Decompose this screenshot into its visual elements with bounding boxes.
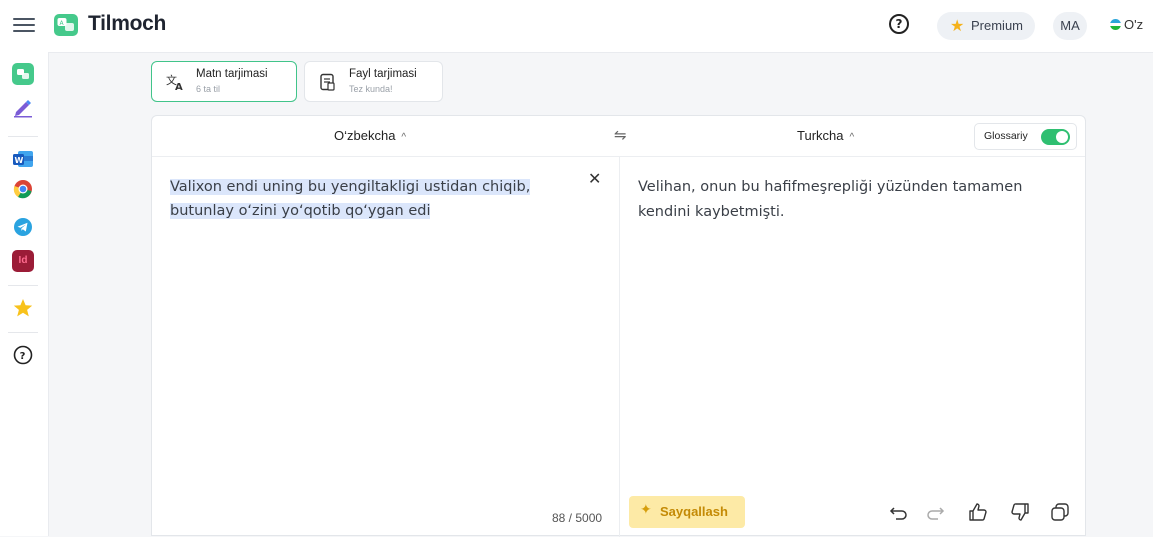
translate-icon: 文 A (166, 73, 186, 95)
close-icon[interactable]: ✕ (588, 169, 601, 188)
app-title[interactable]: Tilmoch (88, 12, 166, 36)
svg-text:?: ? (20, 351, 26, 362)
top-bar: A Tilmoch ? ★ Premium MA O'z (0, 0, 1153, 53)
flag-icon (1110, 19, 1121, 30)
copy-icon[interactable] (1049, 501, 1071, 523)
translate-logo-icon[interactable] (12, 63, 34, 85)
sidebar-divider (8, 136, 38, 137)
ui-language-label: O'z (1124, 17, 1144, 32)
translated-text[interactable]: Velihan, onun bu hafifmeşrepliği yüzünde… (638, 175, 1058, 225)
tab-subtitle: 6 ta til (196, 84, 221, 94)
file-icon (319, 73, 337, 95)
glossary-toggle[interactable] (1041, 129, 1070, 145)
chevron-up-icon: ^ (849, 132, 855, 143)
thumbs-down-icon[interactable] (1009, 501, 1031, 523)
source-language-selector[interactable]: O‘zbekcha ^ (334, 128, 406, 143)
indesign-icon[interactable]: Id (12, 250, 34, 272)
glossary-control: Glossariy (974, 123, 1077, 150)
target-language-selector[interactable]: Turkcha ^ (797, 128, 854, 143)
swap-languages-icon[interactable]: ⇋ (614, 126, 627, 144)
help-icon[interactable]: ? (889, 14, 909, 34)
tab-subtitle: Tez kunda! (349, 84, 393, 94)
glossary-label: Glossariy (984, 130, 1028, 142)
premium-button[interactable]: ★ Premium (937, 12, 1035, 40)
sidebar: W Id ? (0, 52, 49, 536)
app-logo-icon[interactable]: A (54, 14, 78, 36)
redo-icon[interactable] (924, 501, 946, 523)
help-icon[interactable]: ? (12, 344, 34, 366)
ui-language-selector[interactable]: O'z (1110, 14, 1143, 36)
tab-title: Matn tarjimasi (196, 68, 268, 80)
tab-title: Fayl tarjimasi (349, 68, 417, 80)
svg-text:W: W (15, 156, 24, 165)
pencil-icon[interactable] (12, 96, 34, 118)
polish-label: Sayqallash (660, 504, 728, 519)
polish-button[interactable]: ✦ Sayqallash (629, 496, 745, 528)
undo-icon[interactable] (888, 501, 910, 523)
pane-divider (619, 156, 620, 537)
word-icon[interactable]: W (12, 148, 34, 170)
svg-text:A: A (175, 82, 183, 91)
telegram-icon[interactable] (12, 216, 34, 238)
chrome-icon[interactable] (12, 178, 34, 200)
translator-panel: O‘zbekcha ^ ⇋ Turkcha ^ Glossariy Valixon … (151, 115, 1086, 537)
tab-text-translation[interactable]: 文 A Matn tarjimasi 6 ta til (151, 61, 297, 102)
thumbs-up-icon[interactable] (967, 501, 989, 523)
chevron-up-icon: ^ (401, 132, 407, 143)
premium-label: Premium (971, 18, 1024, 33)
star-icon[interactable] (12, 297, 34, 319)
source-text-input[interactable]: Valixon endi uning bu yengiltakligi usti… (170, 175, 570, 223)
star-icon: ★ (950, 16, 965, 35)
sidebar-divider (8, 285, 38, 286)
avatar[interactable]: MA (1053, 12, 1087, 40)
tab-file-translation[interactable]: Fayl tarjimasi Tez kunda! (304, 61, 443, 102)
character-counter: 88 / 5000 (552, 511, 603, 525)
menu-icon[interactable] (13, 14, 35, 36)
sparkle-icon: ✦ (640, 502, 652, 518)
toggle-knob (1056, 131, 1068, 143)
source-language-label: O‘zbekcha (334, 128, 396, 143)
source-text: Valixon endi uning bu yengiltakligi usti… (170, 179, 531, 219)
sidebar-divider (8, 332, 38, 333)
target-language-label: Turkcha (797, 128, 844, 143)
language-bar: O‘zbekcha ^ ⇋ Turkcha ^ Glossariy (152, 116, 1085, 157)
indesign-label: Id (18, 255, 28, 266)
